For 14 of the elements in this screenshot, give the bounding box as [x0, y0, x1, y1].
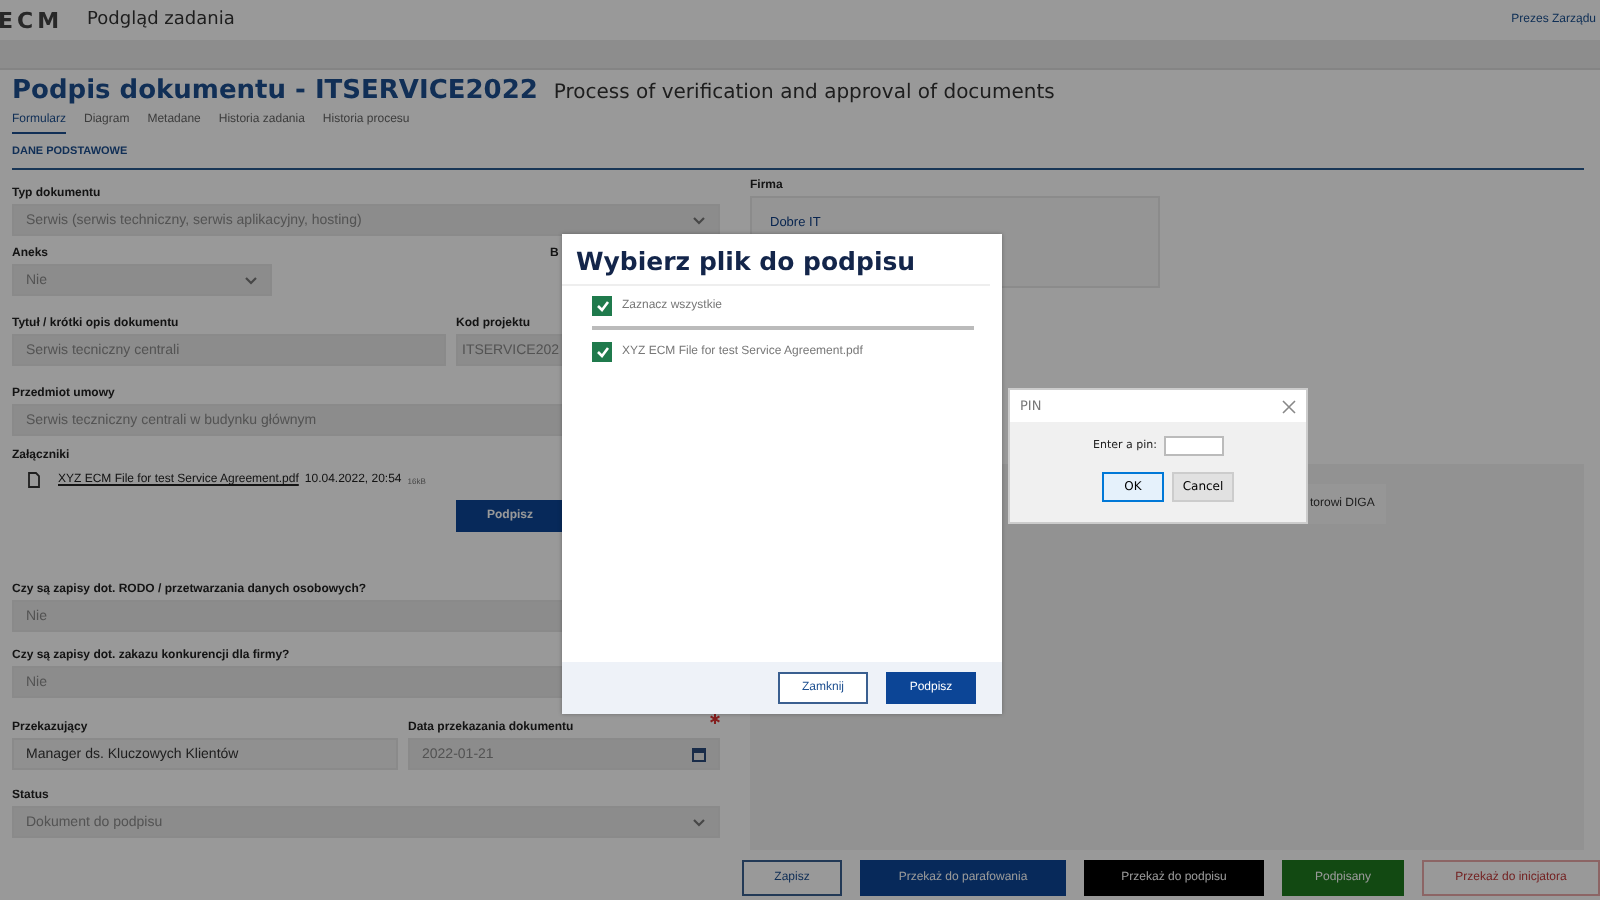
document-icon	[28, 472, 40, 488]
checkbox[interactable]	[592, 296, 612, 316]
app-logo: ECM	[0, 7, 64, 33]
close-icon	[1282, 399, 1296, 413]
page-title: Podgląd zadania	[87, 10, 235, 30]
process-name: Process of verification and approval of documents	[553, 82, 1055, 104]
pin-field[interactable]	[1163, 436, 1223, 456]
chevron-down-icon	[692, 817, 706, 827]
dialog-title: Wybierz plik do podpisu	[562, 234, 990, 286]
checkbox[interactable]	[592, 342, 612, 362]
chevron-down-icon	[692, 215, 706, 225]
task-title: Podpis dokumentu - ITSERVICE2022	[12, 76, 538, 106]
chevron-down-icon	[244, 275, 258, 285]
calendar-icon	[692, 747, 706, 761]
